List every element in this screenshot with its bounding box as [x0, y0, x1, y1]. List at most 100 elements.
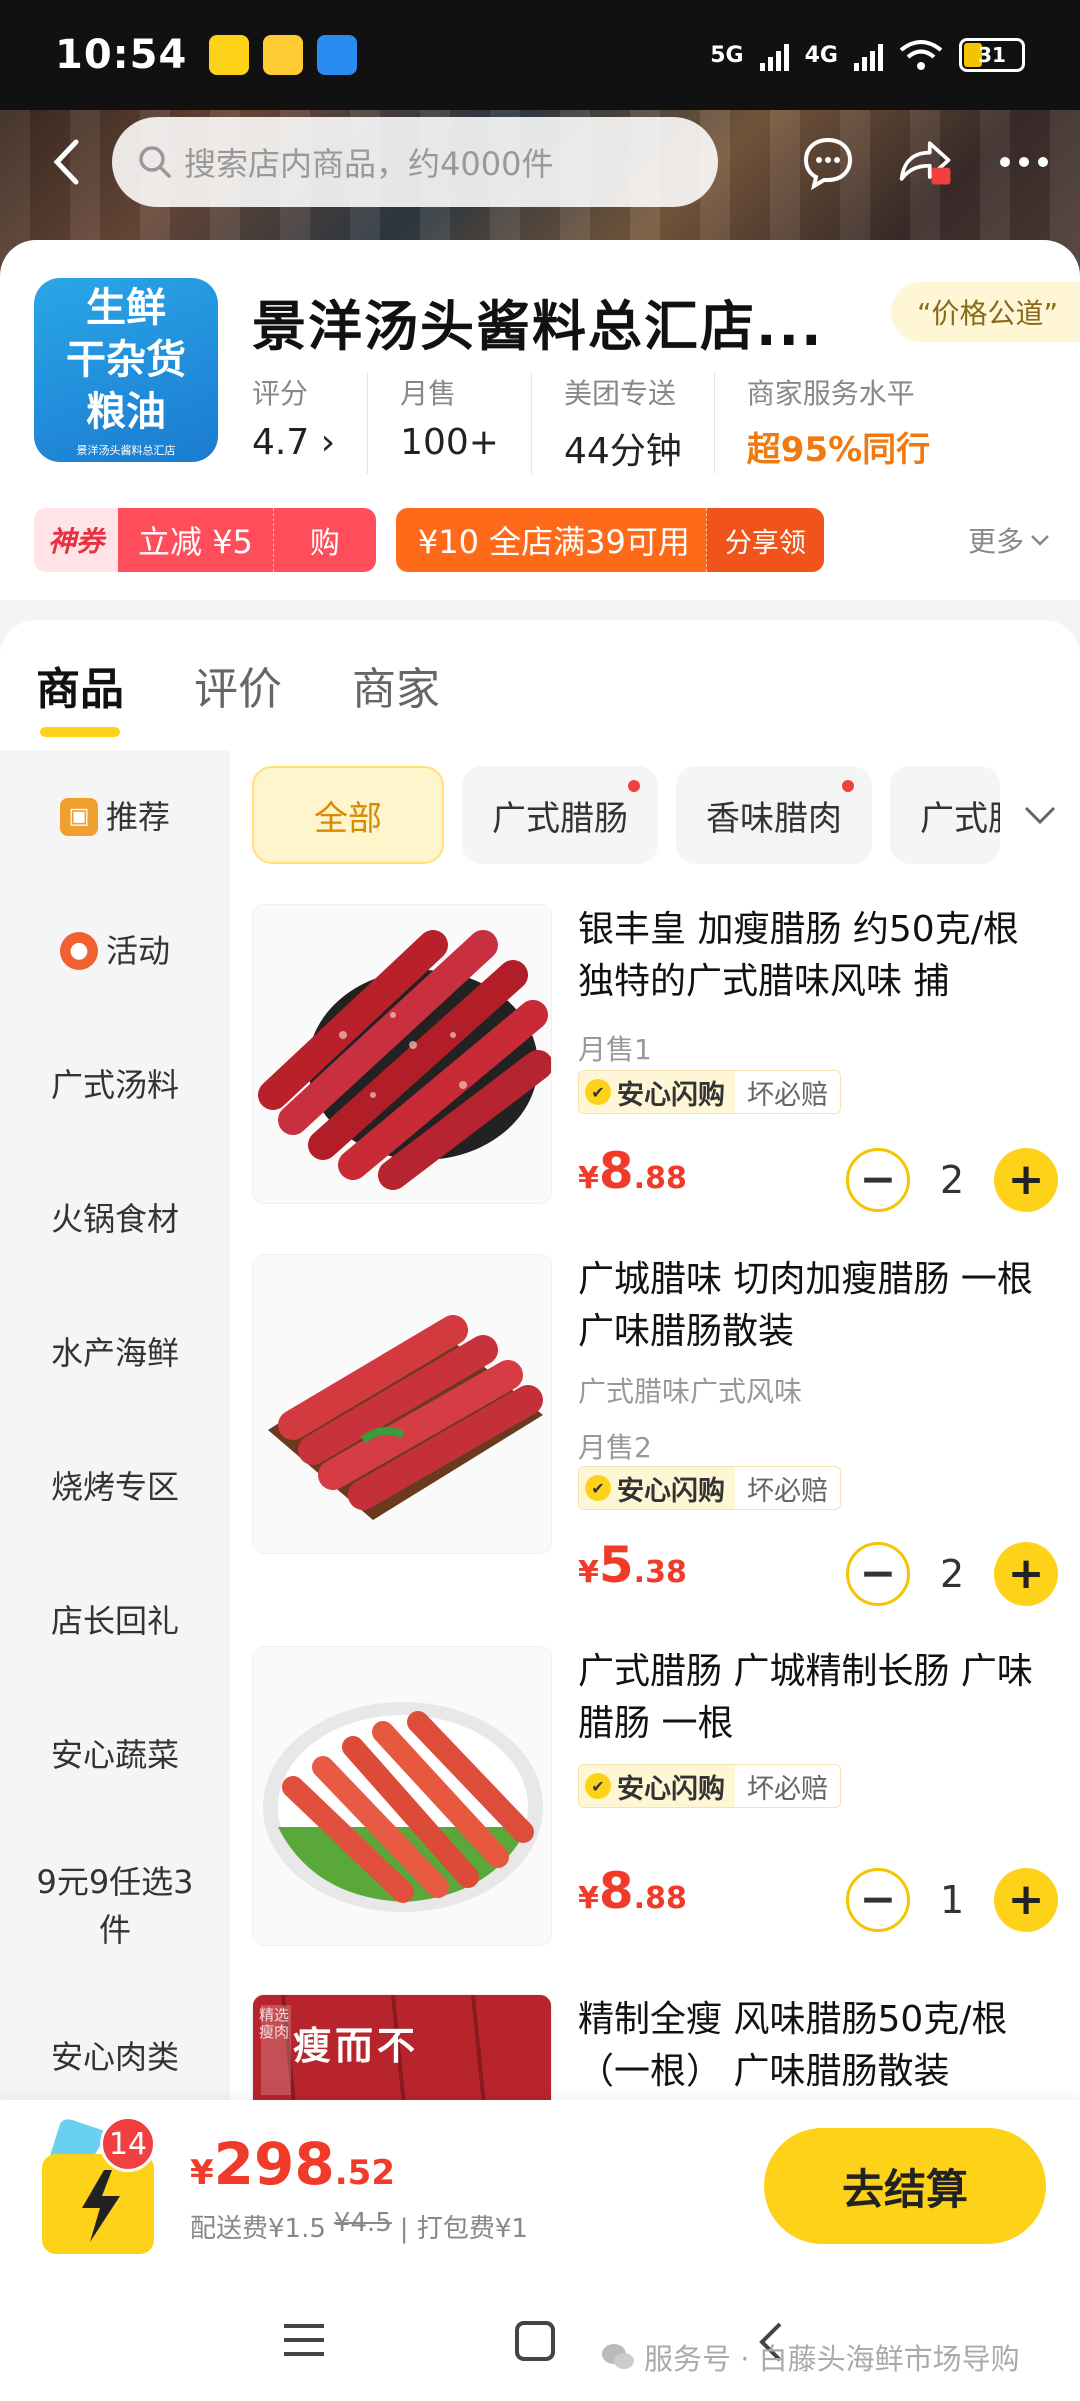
new-dot [842, 780, 854, 792]
product-title[interactable]: 广城腊味 切肉加瘦腊肠 一根 广味腊肠散装 [578, 1254, 1058, 1358]
category-sidebar: ▣ 推荐 ● 活动 广式汤料 火锅食材 水产海鲜 烧烤专区 店长回礼 安心蔬菜 … [0, 750, 230, 2100]
coupon-amount: 立减 ¥5 [118, 508, 273, 572]
price-decimal: .88 [633, 1881, 687, 1916]
chip-all[interactable]: 全部 [252, 766, 444, 864]
decrease-button[interactable]: − [846, 1542, 910, 1606]
back-button[interactable] [36, 132, 96, 192]
coupon-buy-button[interactable]: 购 [272, 508, 376, 572]
customer-service-button[interactable] [798, 132, 858, 192]
coupon-tag: 神券 [34, 508, 119, 572]
category-recommend[interactable]: ▣ 推荐 [0, 750, 230, 884]
chip-item[interactable]: 广式腊 [890, 766, 1000, 864]
badge-sub: 坏必赔 [735, 1071, 840, 1113]
total-integer: 298 [213, 2130, 335, 2198]
product-price: ¥8.88 [578, 1142, 687, 1200]
price-currency: ¥ [578, 1881, 599, 1916]
more-options-button[interactable] [994, 132, 1054, 192]
category-label: 9元9任选3件 [36, 1863, 194, 1949]
tab-products[interactable]: 商品 [36, 653, 124, 737]
cart-bar: 14 ¥298.52 配送费¥1.5 ¥4.5 | 打包费¥1 去结算 [0, 2100, 1080, 2290]
store-name[interactable]: 景洋汤头酱料总汇店... [252, 282, 824, 361]
chip-item[interactable]: 广式腊肠 [462, 766, 658, 864]
stat-delivery: 美团专送 44分钟 [564, 372, 715, 474]
category-item[interactable]: 9元9任选3件 [0, 1822, 230, 1990]
more-coupons-button[interactable]: 更多 [968, 520, 1050, 560]
guarantee-badge: ✔ 安心闪购 坏必赔 [578, 1070, 841, 1114]
category-item[interactable]: 店长回礼 [0, 1554, 230, 1688]
guarantee-badge: ✔ 安心闪购 坏必赔 [578, 1466, 841, 1510]
stat-value: 100+ [400, 422, 499, 463]
price-fair-badge[interactable]: “价格公道” [890, 282, 1080, 342]
chip-item[interactable]: 香味腊肉 [676, 766, 872, 864]
logo-line: 生鲜 [86, 285, 166, 331]
stat-label: 评分 [252, 377, 309, 410]
home-nav-button[interactable] [514, 2320, 556, 2366]
wifi-icon [899, 40, 943, 70]
product-image[interactable] [252, 904, 552, 1204]
product-sales: 月售2 [578, 1431, 652, 1464]
search-input[interactable]: 搜索店内商品，约4000件 [112, 117, 718, 207]
cart-count-badge: 14 [100, 2116, 156, 2172]
category-label: 推荐 [105, 798, 170, 836]
badge-sub: 坏必赔 [735, 1467, 840, 1509]
product-card[interactable]: 银丰皇 加瘦腊肠 约50克/根 独特的广式腊味风味 捕 月售1 ✔ 安心闪购 坏必… [252, 904, 1058, 1224]
decrease-button[interactable]: − [846, 1868, 910, 1932]
product-title[interactable]: 银丰皇 加瘦腊肠 约50克/根 独特的广式腊味风味 捕 [578, 904, 1058, 1008]
coupon-share-button[interactable]: 分享领 [705, 508, 824, 572]
battery-icon: 31 [959, 38, 1025, 72]
share-icon [899, 141, 951, 185]
chevron-down-icon [1031, 535, 1049, 546]
share-button[interactable] [896, 132, 956, 192]
category-activity[interactable]: ● 活动 [0, 884, 230, 1018]
more-icon [1000, 157, 1048, 167]
product-card[interactable]: 精选瘦肉 瘦而不 精制全瘦 风味腊肠50克/根（一根） 广味腊肠散装 [252, 1994, 1058, 2100]
product-price: ¥8.88 [578, 1862, 687, 1920]
image-text: 瘦而不 [293, 2024, 420, 2068]
stat-rating[interactable]: 评分 4.7 › [252, 372, 369, 474]
store-coupon[interactable]: ¥10 全店满39可用 分享领 [395, 508, 824, 572]
product-image[interactable] [252, 1254, 552, 1554]
chip-label: 香味腊肉 [706, 798, 842, 839]
top-bar: 搜索店内商品，约4000件 [0, 112, 1080, 212]
checkout-button[interactable]: 去结算 [764, 2128, 1046, 2244]
product-image[interactable] [252, 1646, 552, 1946]
tab-merchant[interactable]: 商家 [352, 653, 440, 717]
expand-chips-button[interactable] [1000, 766, 1080, 864]
category-item[interactable]: 烧烤专区 [0, 1420, 230, 1554]
status-bar: 10:54 5G 4G 31 [0, 0, 1080, 110]
menu-nav-button[interactable] [282, 2320, 326, 2364]
category-item[interactable]: 广式汤料 [0, 1018, 230, 1152]
logo-caption: 景洋汤头酱料总汇店 [76, 444, 176, 457]
wechat-icon [602, 2344, 634, 2369]
category-item[interactable]: 安心蔬菜 [0, 1688, 230, 1822]
stat-value: 超95%同行 [746, 430, 931, 470]
watermark-text: 服务号 · 白藤头海鲜市场导购 [644, 2342, 1020, 2376]
image-tag: 精选瘦肉 [259, 2006, 290, 2041]
search-icon [139, 146, 171, 178]
category-item[interactable]: 火锅食材 [0, 1152, 230, 1286]
tab-reviews[interactable]: 评价 [194, 653, 282, 717]
product-image[interactable]: 精选瘦肉 瘦而不 [252, 1994, 552, 2100]
new-dot [628, 780, 640, 792]
category-item[interactable]: 水产海鲜 [0, 1286, 230, 1420]
badge-main: 安心闪购 [617, 1475, 725, 1507]
product-title[interactable]: 广式腊肠 广城精制长肠 广味腊肠 一根 [578, 1646, 1058, 1750]
quantity-stepper: − 2 + [846, 1542, 1058, 1606]
product-card[interactable]: 广城腊味 切肉加瘦腊肠 一根 广味腊肠散装 广式腊味广式风味 月售2 ✔ 安心闪购… [252, 1254, 1058, 1606]
product-card[interactable]: 广式腊肠 广城精制长肠 广味腊肠 一根 ✔ 安心闪购 坏必赔 ¥8.88 − 1 … [252, 1646, 1058, 1966]
total-currency: ¥ [190, 2153, 214, 2193]
stat-service-level: 商家服务水平 超95%同行 [747, 372, 962, 474]
increase-button[interactable]: + [994, 1868, 1058, 1932]
signal-icon [759, 39, 789, 71]
total-decimal: .52 [334, 2153, 395, 2193]
product-title[interactable]: 精制全瘦 风味腊肠50克/根（一根） 广味腊肠散装 [578, 1994, 1058, 2098]
increase-button[interactable]: + [994, 1148, 1058, 1212]
more-label: 更多 [967, 525, 1024, 558]
logo-line: 干杂货 [66, 337, 186, 383]
discount-coupon[interactable]: 神券 立减 ¥5 购 [34, 508, 376, 572]
quantity-value: 2 [940, 1552, 965, 1596]
coupon-row: 神券 立减 ¥5 购 ¥10 全店满39可用 分享领 更多 [34, 508, 1050, 572]
price-decimal: .88 [633, 1161, 687, 1196]
decrease-button[interactable]: − [846, 1148, 910, 1212]
increase-button[interactable]: + [994, 1542, 1058, 1606]
